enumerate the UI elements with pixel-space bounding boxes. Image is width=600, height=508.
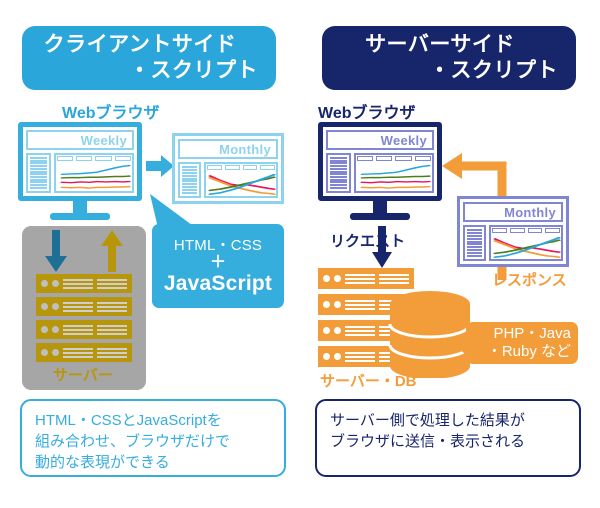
server-window-sidebar [326,153,351,193]
client-monthly-titlebar: Monthly [178,139,278,159]
client-monitor-stand [50,213,110,220]
server-browser-label: Webブラウザ [318,105,416,122]
client-window-titlebar: Weekly [26,130,134,150]
client-monthly-window: Monthly [175,136,281,201]
callout-php-line2: ・Ruby など [486,343,571,360]
client-server-rack [36,274,132,362]
rack-led-icon [334,353,341,360]
request-label: リクエスト [330,233,406,250]
client-window-sidebar [26,153,51,193]
server-header-line1: サーバーサイド [365,33,515,56]
weekly-chart-svg [60,164,131,189]
client-monitor-screen: Weekly [18,122,142,201]
callout-js-line2: ＋ [209,254,226,271]
client-rack-unit [36,320,132,339]
rack-led-icon [52,349,59,356]
callout-php-line1: PHP・Java [493,325,571,342]
client-rack-unit [36,274,132,293]
server-caption-box: サーバー側で処理した結果が ブラウザに送信・表示される [315,399,581,477]
server-browser-monitor: Weekly [318,122,442,220]
client-rack-unit [36,343,132,362]
rack-led-icon [52,303,59,310]
client-window-tabs [56,155,132,162]
server-caption-line1: サーバー側で処理した結果が [330,412,525,429]
server-monthly-body [463,225,563,261]
client-window-title: Weekly [80,132,127,148]
server-window-tabs [356,155,432,162]
client-window-body [26,153,134,193]
client-server-caption: サーバー [53,367,113,384]
rack-led-icon [41,349,48,356]
server-window-content [353,153,434,193]
rack-led-icon [52,280,59,287]
rack-led-icon [323,275,330,282]
client-server-up-arrow-icon [101,230,123,272]
rack-led-icon [323,327,330,334]
server-monthly-panel: Monthly [457,196,569,267]
client-server-illustration: サーバー [22,226,146,390]
server-window-title: Weekly [380,132,427,148]
server-browser-window: Weekly [323,127,437,196]
server-monthly-window: Monthly [460,199,566,264]
server-caption-line2: ブラウザに送信・表示される [330,433,526,450]
client-server-down-arrow-icon [45,230,67,272]
client-caption-box: HTML・CSSとJavaScriptを 組み合わせ、ブラウザだけで 動的な表現… [20,399,286,477]
server-monthly-sidebar [463,225,486,261]
monthly-chart [206,171,276,196]
client-header-line1: クライアントサイド [43,33,237,56]
response-label: レスポンス [492,272,567,289]
server-header-line2: ・スクリプト [429,59,558,82]
client-caption-line1: HTML・CSSとJavaScriptを [35,412,222,429]
server-side-header: サーバーサイド ・スクリプト [322,26,576,90]
monthly-chart-svg [208,173,276,195]
client-rack-unit [36,297,132,316]
client-javascript-callout: HTML・CSS ＋ JavaScript [152,224,284,308]
server-monthly-titlebar: Monthly [463,202,563,222]
server-monthly-title: Monthly [504,204,556,220]
server-monitor-stand [350,213,410,220]
callout-js-line1: HTML・CSS [173,237,263,254]
client-side-header: クライアントサイド ・スクリプト [22,26,276,90]
server-rack-unit [318,268,414,289]
client-monthly-body [178,162,278,198]
client-browser-monitor: Weekly [18,122,142,220]
server-monthly-chart-svg [493,236,561,258]
server-db-illustration: サーバー・DB [318,268,478,390]
rack-led-icon [334,301,341,308]
rack-led-icon [41,326,48,333]
client-caption-line2: 組み合わせ、ブラウザだけで [35,433,231,450]
client-browser-label: Webブラウザ [62,105,160,122]
server-weekly-chart [356,162,432,191]
client-monthly-content [204,162,278,198]
callout-js-line3: JavaScript [163,272,273,295]
server-monthly-chart [491,234,561,259]
rack-led-icon [334,275,341,282]
server-monthly-tabs [491,227,561,234]
rack-led-icon [41,280,48,287]
server-db-caption: サーバー・DB [320,373,417,390]
client-browser-window: Weekly [23,127,137,196]
server-monthly-content [489,225,563,261]
server-language-callout: PHP・Java ・Ruby など [466,322,578,364]
server-monitor-screen: Weekly [318,122,442,201]
client-monthly-sidebar [178,162,201,198]
server-weekly-chart-svg [360,164,431,189]
rack-led-icon [52,326,59,333]
client-window-content [53,153,134,193]
client-render-arrow-icon [146,155,174,177]
client-side-panel: クライアントサイド ・スクリプト Webブラウザ Weekly Monthly … [0,0,300,508]
rack-led-icon [323,353,330,360]
rack-led-icon [323,301,330,308]
rack-led-icon [41,303,48,310]
rack-led-icon [334,327,341,334]
database-cylinder-icon [388,291,472,378]
server-window-titlebar: Weekly [326,130,434,150]
client-caption-line3: 動的な表現ができる [35,454,170,471]
client-monthly-title: Monthly [219,141,271,157]
server-window-body [326,153,434,193]
weekly-chart [56,162,132,191]
client-monthly-tabs [206,164,276,171]
client-header-line2: ・スクリプト [129,59,258,82]
